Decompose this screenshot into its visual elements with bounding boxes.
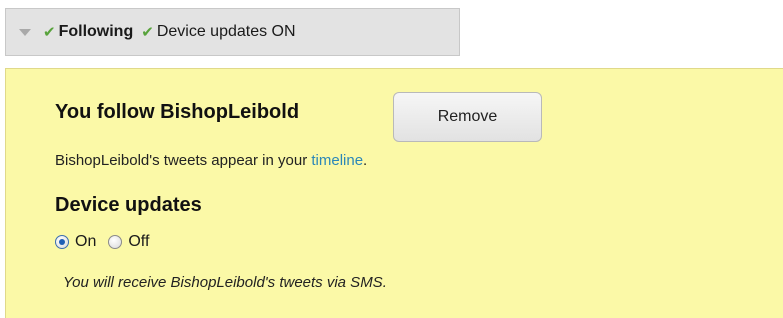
device-updates-heading: Device updates	[55, 194, 202, 216]
radio-on[interactable]	[55, 235, 69, 249]
check-icon: ✔	[141, 23, 154, 41]
follow-details-panel: You follow BishopLeibold Remove BishopLe…	[5, 68, 783, 318]
following-label: Following	[58, 23, 134, 40]
timeline-description: BishopLeibold's tweets appear in your ti…	[55, 152, 367, 169]
remove-button[interactable]: Remove	[393, 92, 542, 142]
radio-off[interactable]	[108, 235, 123, 249]
radio-on-label[interactable]: On	[75, 233, 96, 251]
device-updates-status-label: Device updates ON	[156, 23, 296, 40]
check-icon: ✔	[43, 23, 56, 41]
radio-off-label[interactable]: Off	[128, 233, 149, 251]
timeline-text: BishopLeibold's tweets appear in your	[55, 152, 312, 169]
timeline-text-period: .	[363, 152, 368, 169]
follow-status-bar[interactable]: ✔ Following ✔ Device updates ON	[5, 8, 460, 56]
sms-note: You will receive BishopLeibold's tweets …	[63, 274, 387, 291]
follow-heading: You follow BishopLeibold	[55, 101, 300, 123]
dropdown-arrow-icon[interactable]	[19, 28, 31, 36]
device-updates-radio-group: On Off	[55, 233, 161, 251]
page: ✔ Following ✔ Device updates ON You foll…	[0, 0, 783, 318]
timeline-link[interactable]: timeline	[311, 152, 363, 169]
